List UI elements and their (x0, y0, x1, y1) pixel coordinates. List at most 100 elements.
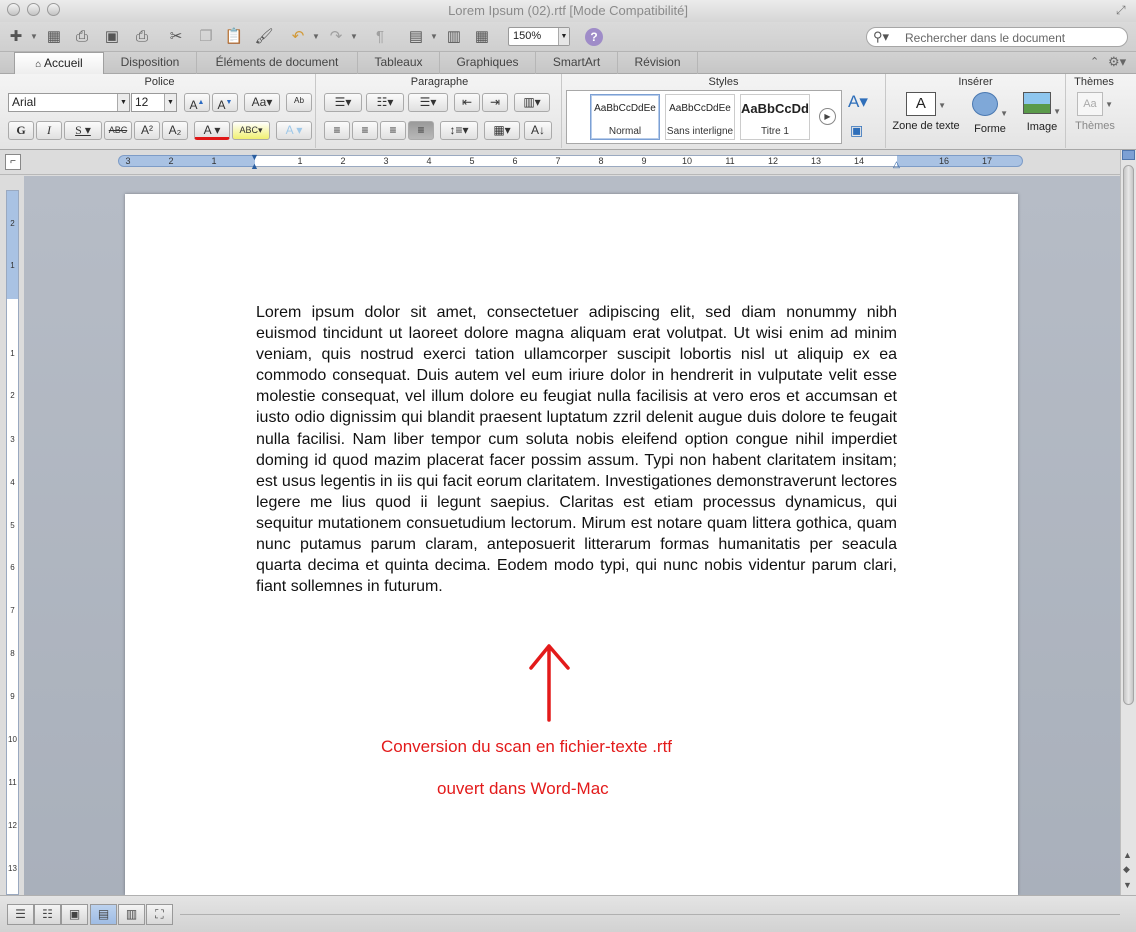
tab-graphiques[interactable]: Graphiques (440, 52, 536, 74)
grow-font-button[interactable]: A▲ (184, 93, 210, 112)
open-folder-icon[interactable]: ⎙ (72, 27, 92, 47)
bullets-button[interactable]: ☰▾ (324, 93, 362, 112)
undo-icon[interactable]: ↶ (288, 27, 308, 47)
multilevel-list-button[interactable]: ☰▾ (408, 93, 448, 112)
tab-revision[interactable]: Révision (618, 52, 698, 74)
style-titre-1[interactable]: AaBbCcDd Titre 1 (740, 94, 810, 140)
outline-view-icon[interactable]: ☷ (34, 904, 61, 925)
undo-menu-chevron-icon[interactable]: ▼ (312, 32, 320, 41)
show-formatting-marks-icon[interactable]: ¶ (370, 27, 390, 47)
gallery-icon[interactable]: ▦ (44, 27, 64, 47)
tab-disposition[interactable]: Disposition (104, 52, 197, 74)
scroll-down-icon[interactable]: ▼ (1123, 880, 1132, 890)
image-button[interactable]: ▼ Image (1018, 92, 1066, 133)
vertical-ruler-number: 1 (10, 261, 15, 270)
style-sans-interligne[interactable]: AaBbCcDdEe Sans interligne (665, 94, 735, 140)
align-right-button[interactable]: ≡ (380, 121, 406, 140)
scrollbar-thumb[interactable] (1123, 165, 1134, 705)
clear-formatting-button[interactable]: ᴬᵇ (286, 93, 312, 112)
strikethrough-button[interactable]: ABC (104, 121, 132, 140)
tab-elements-de-document[interactable]: Éléments de document (197, 52, 358, 74)
new-document-icon[interactable]: ✚ (6, 27, 26, 47)
align-center-button[interactable]: ≡ (352, 121, 378, 140)
publishing-view-icon[interactable]: ▣ (61, 904, 88, 925)
borders-button[interactable]: ▦▾ (484, 121, 520, 140)
numbering-button[interactable]: ☷▾ (366, 93, 404, 112)
sidebar-chevron-icon[interactable]: ▼ (430, 32, 438, 41)
styles-gallery: AaBbCcDdEe Normal AaBbCcDdEe Sans interlig… (566, 90, 842, 144)
cut-icon[interactable]: ✂ (166, 27, 186, 47)
columns-button[interactable]: ▥▾ (514, 93, 550, 112)
increase-indent-button[interactable]: ⇥ (482, 93, 508, 112)
search-field[interactable]: ⚲▾ (866, 27, 1128, 47)
tab-smartart[interactable]: SmartArt (536, 52, 618, 74)
manage-styles-icon[interactable]: ▣ (850, 122, 863, 139)
draft-view-icon[interactable]: ☰ (7, 904, 34, 925)
search-icon: ⚲▾ (873, 29, 890, 44)
sort-button[interactable]: A↓ (524, 121, 552, 140)
ruler-number: 5 (469, 156, 475, 166)
ruler-number: 13 (810, 156, 821, 166)
highlight-button[interactable]: ABC▾ (232, 121, 270, 140)
subscript-button[interactable]: A₂ (162, 121, 188, 140)
ruler-number: 3 (383, 156, 389, 166)
redo-icon[interactable]: ↷ (326, 27, 346, 47)
tab-accueil[interactable]: ⌂ Accueil (14, 52, 104, 75)
zone-de-texte-button[interactable]: A ▼ Zone de texte (890, 92, 962, 132)
document-body-text[interactable]: Lorem ipsum dolor sit amet, consectetuer… (256, 302, 897, 597)
scroll-up-icon[interactable]: ▲ (1123, 850, 1132, 860)
ruler-number: 2 (168, 156, 174, 166)
chevron-down-icon[interactable]: ▼ (30, 32, 38, 41)
search-input[interactable] (905, 30, 1120, 45)
toolbox-icon[interactable]: ▥ (444, 27, 464, 47)
style-normal[interactable]: AaBbCcDdEe Normal (590, 94, 660, 140)
print-icon[interactable]: ⎙ (132, 27, 152, 47)
paste-icon[interactable]: 📋 (224, 27, 244, 47)
split-handle[interactable] (1122, 150, 1135, 160)
styles-pane-icon[interactable]: A▾ (848, 92, 868, 112)
vertical-ruler-number: 13 (8, 864, 17, 873)
collapse-ribbon-icon[interactable]: ⌃ (1090, 55, 1099, 68)
decrease-indent-button[interactable]: ⇤ (454, 93, 480, 112)
font-name-combo[interactable]: Arial ▼ (8, 93, 130, 112)
chevron-down-icon[interactable]: ▼ (164, 94, 176, 111)
fullscreen-icon[interactable]: ⤢ (1116, 3, 1126, 18)
italic-button[interactable]: I (36, 121, 62, 140)
previous-page-icon[interactable]: ◆ (1123, 864, 1130, 874)
gear-icon[interactable]: ⚙▾ (1108, 54, 1126, 70)
font-color-button[interactable]: A ▾ (194, 121, 230, 140)
tab-tableaux[interactable]: Tableaux (358, 52, 440, 74)
notebook-view-icon[interactable]: ▥ (118, 904, 145, 925)
chevron-down-icon[interactable]: ▼ (117, 94, 129, 111)
print-layout-view-icon[interactable]: ▤ (90, 904, 117, 925)
themes-button[interactable]: Aa ▼ Thèmes (1070, 92, 1120, 132)
text-effects-button[interactable]: A ▾ (276, 121, 312, 140)
save-icon[interactable]: ▣ (102, 27, 122, 47)
change-case-button[interactable]: Aa▾ (244, 93, 280, 112)
underline-button[interactable]: S ▾ (64, 121, 102, 140)
superscript-button[interactable]: A² (134, 121, 160, 140)
media-browser-icon[interactable]: ▦ (472, 27, 492, 47)
justify-button[interactable]: ≡ (408, 121, 434, 140)
help-icon[interactable]: ? (585, 28, 603, 46)
line-spacing-button[interactable]: ↕≡▾ (440, 121, 478, 140)
copy-icon[interactable]: ❐ (196, 27, 216, 47)
redo-menu-chevron-icon[interactable]: ▼ (350, 32, 358, 41)
left-indent-marker[interactable]: ▲ (250, 162, 259, 171)
focus-view-icon[interactable]: ⛶ (146, 904, 173, 925)
sidebar-icon[interactable]: ▤ (406, 27, 426, 47)
shrink-font-button[interactable]: A▼ (212, 93, 238, 112)
button-label: Thèmes (1075, 120, 1115, 132)
vertical-scrollbar[interactable]: ▲ ◆ ▼ (1120, 150, 1136, 895)
right-indent-marker[interactable]: △ (893, 159, 900, 170)
style-sample: AaBbCcDd (741, 101, 809, 116)
next-styles-icon[interactable]: ▶ (819, 108, 836, 125)
zoom-chevron-icon[interactable]: ▼ (558, 28, 569, 45)
format-painter-icon[interactable]: 🖌 (254, 27, 274, 47)
forme-button[interactable]: ▼ Forme (966, 92, 1014, 135)
zoom-field[interactable]: 150% ▼ (508, 27, 570, 46)
bold-button[interactable]: G (8, 121, 34, 140)
font-size-combo[interactable]: 12 ▼ (131, 93, 177, 112)
tab-selector-icon[interactable]: ⌐ (5, 154, 21, 170)
align-left-button[interactable]: ≡ (324, 121, 350, 140)
